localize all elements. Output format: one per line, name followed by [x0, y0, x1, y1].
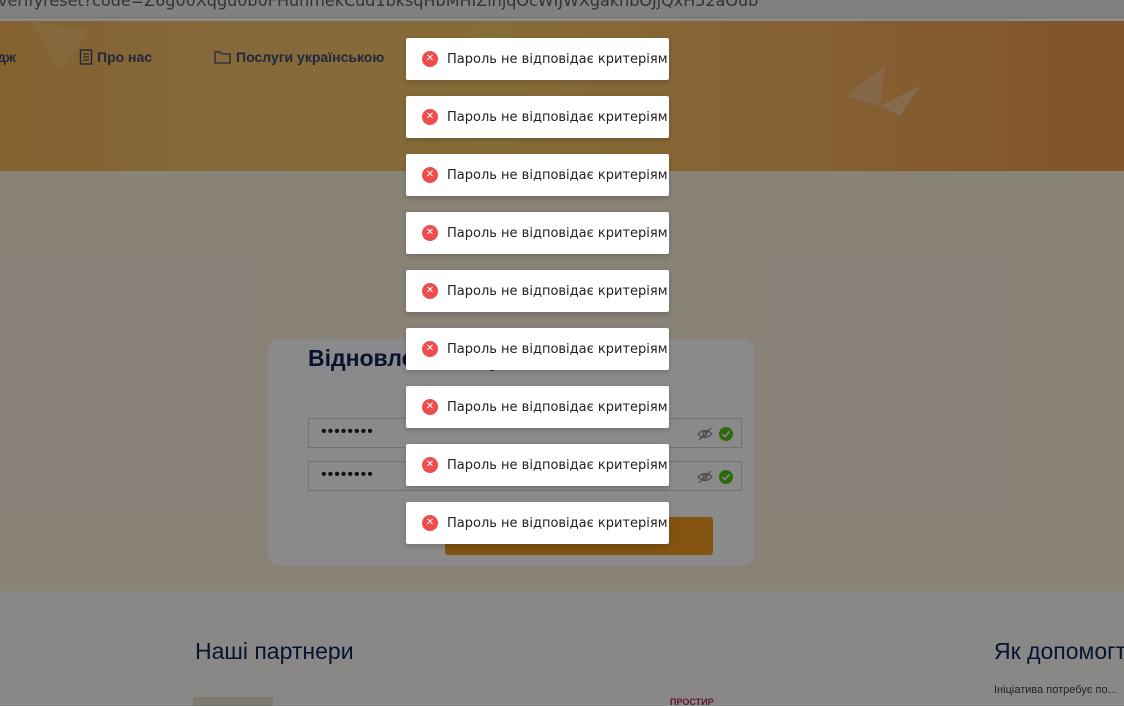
- toast-message: Пароль не відповідає критеріям: [447, 109, 668, 125]
- error-toast[interactable]: ✕ Пароль не відповідає критеріям: [406, 154, 669, 196]
- error-toast[interactable]: ✕ Пароль не відповідає критеріям: [406, 502, 669, 544]
- toast-message: Пароль не відповідає критеріям: [447, 399, 668, 415]
- error-x-icon: ✕: [422, 225, 438, 241]
- toast-message: Пароль не відповідає критеріям: [447, 283, 668, 299]
- toast-message: Пароль не відповідає критеріям: [447, 225, 668, 241]
- error-x-icon: ✕: [422, 51, 438, 67]
- error-x-icon: ✕: [422, 341, 438, 357]
- error-toast[interactable]: ✕ Пароль не відповідає критеріям: [406, 270, 669, 312]
- toast-message: Пароль не відповідає критеріям: [447, 167, 668, 183]
- error-x-icon: ✕: [422, 515, 438, 531]
- error-x-icon: ✕: [422, 457, 438, 473]
- error-toast[interactable]: ✕ Пароль не відповідає критеріям: [406, 38, 669, 80]
- error-x-icon: ✕: [422, 109, 438, 125]
- toast-message: Пароль не відповідає критеріям: [447, 341, 668, 357]
- error-x-icon: ✕: [422, 399, 438, 415]
- error-toast[interactable]: ✕ Пароль не відповідає критеріям: [406, 328, 669, 370]
- error-toast[interactable]: ✕ Пароль не відповідає критеріям: [406, 386, 669, 428]
- toast-message: Пароль не відповідає критеріям: [447, 51, 668, 67]
- error-toast[interactable]: ✕ Пароль не відповідає критеріям: [406, 444, 669, 486]
- toast-message: Пароль не відповідає критеріям: [447, 515, 668, 531]
- error-x-icon: ✕: [422, 167, 438, 183]
- toast-message: Пароль не відповідає критеріям: [447, 457, 668, 473]
- error-toast[interactable]: ✕ Пароль не відповідає критеріям: [406, 96, 669, 138]
- error-x-icon: ✕: [422, 283, 438, 299]
- error-toast[interactable]: ✕ Пароль не відповідає критеріям: [406, 212, 669, 254]
